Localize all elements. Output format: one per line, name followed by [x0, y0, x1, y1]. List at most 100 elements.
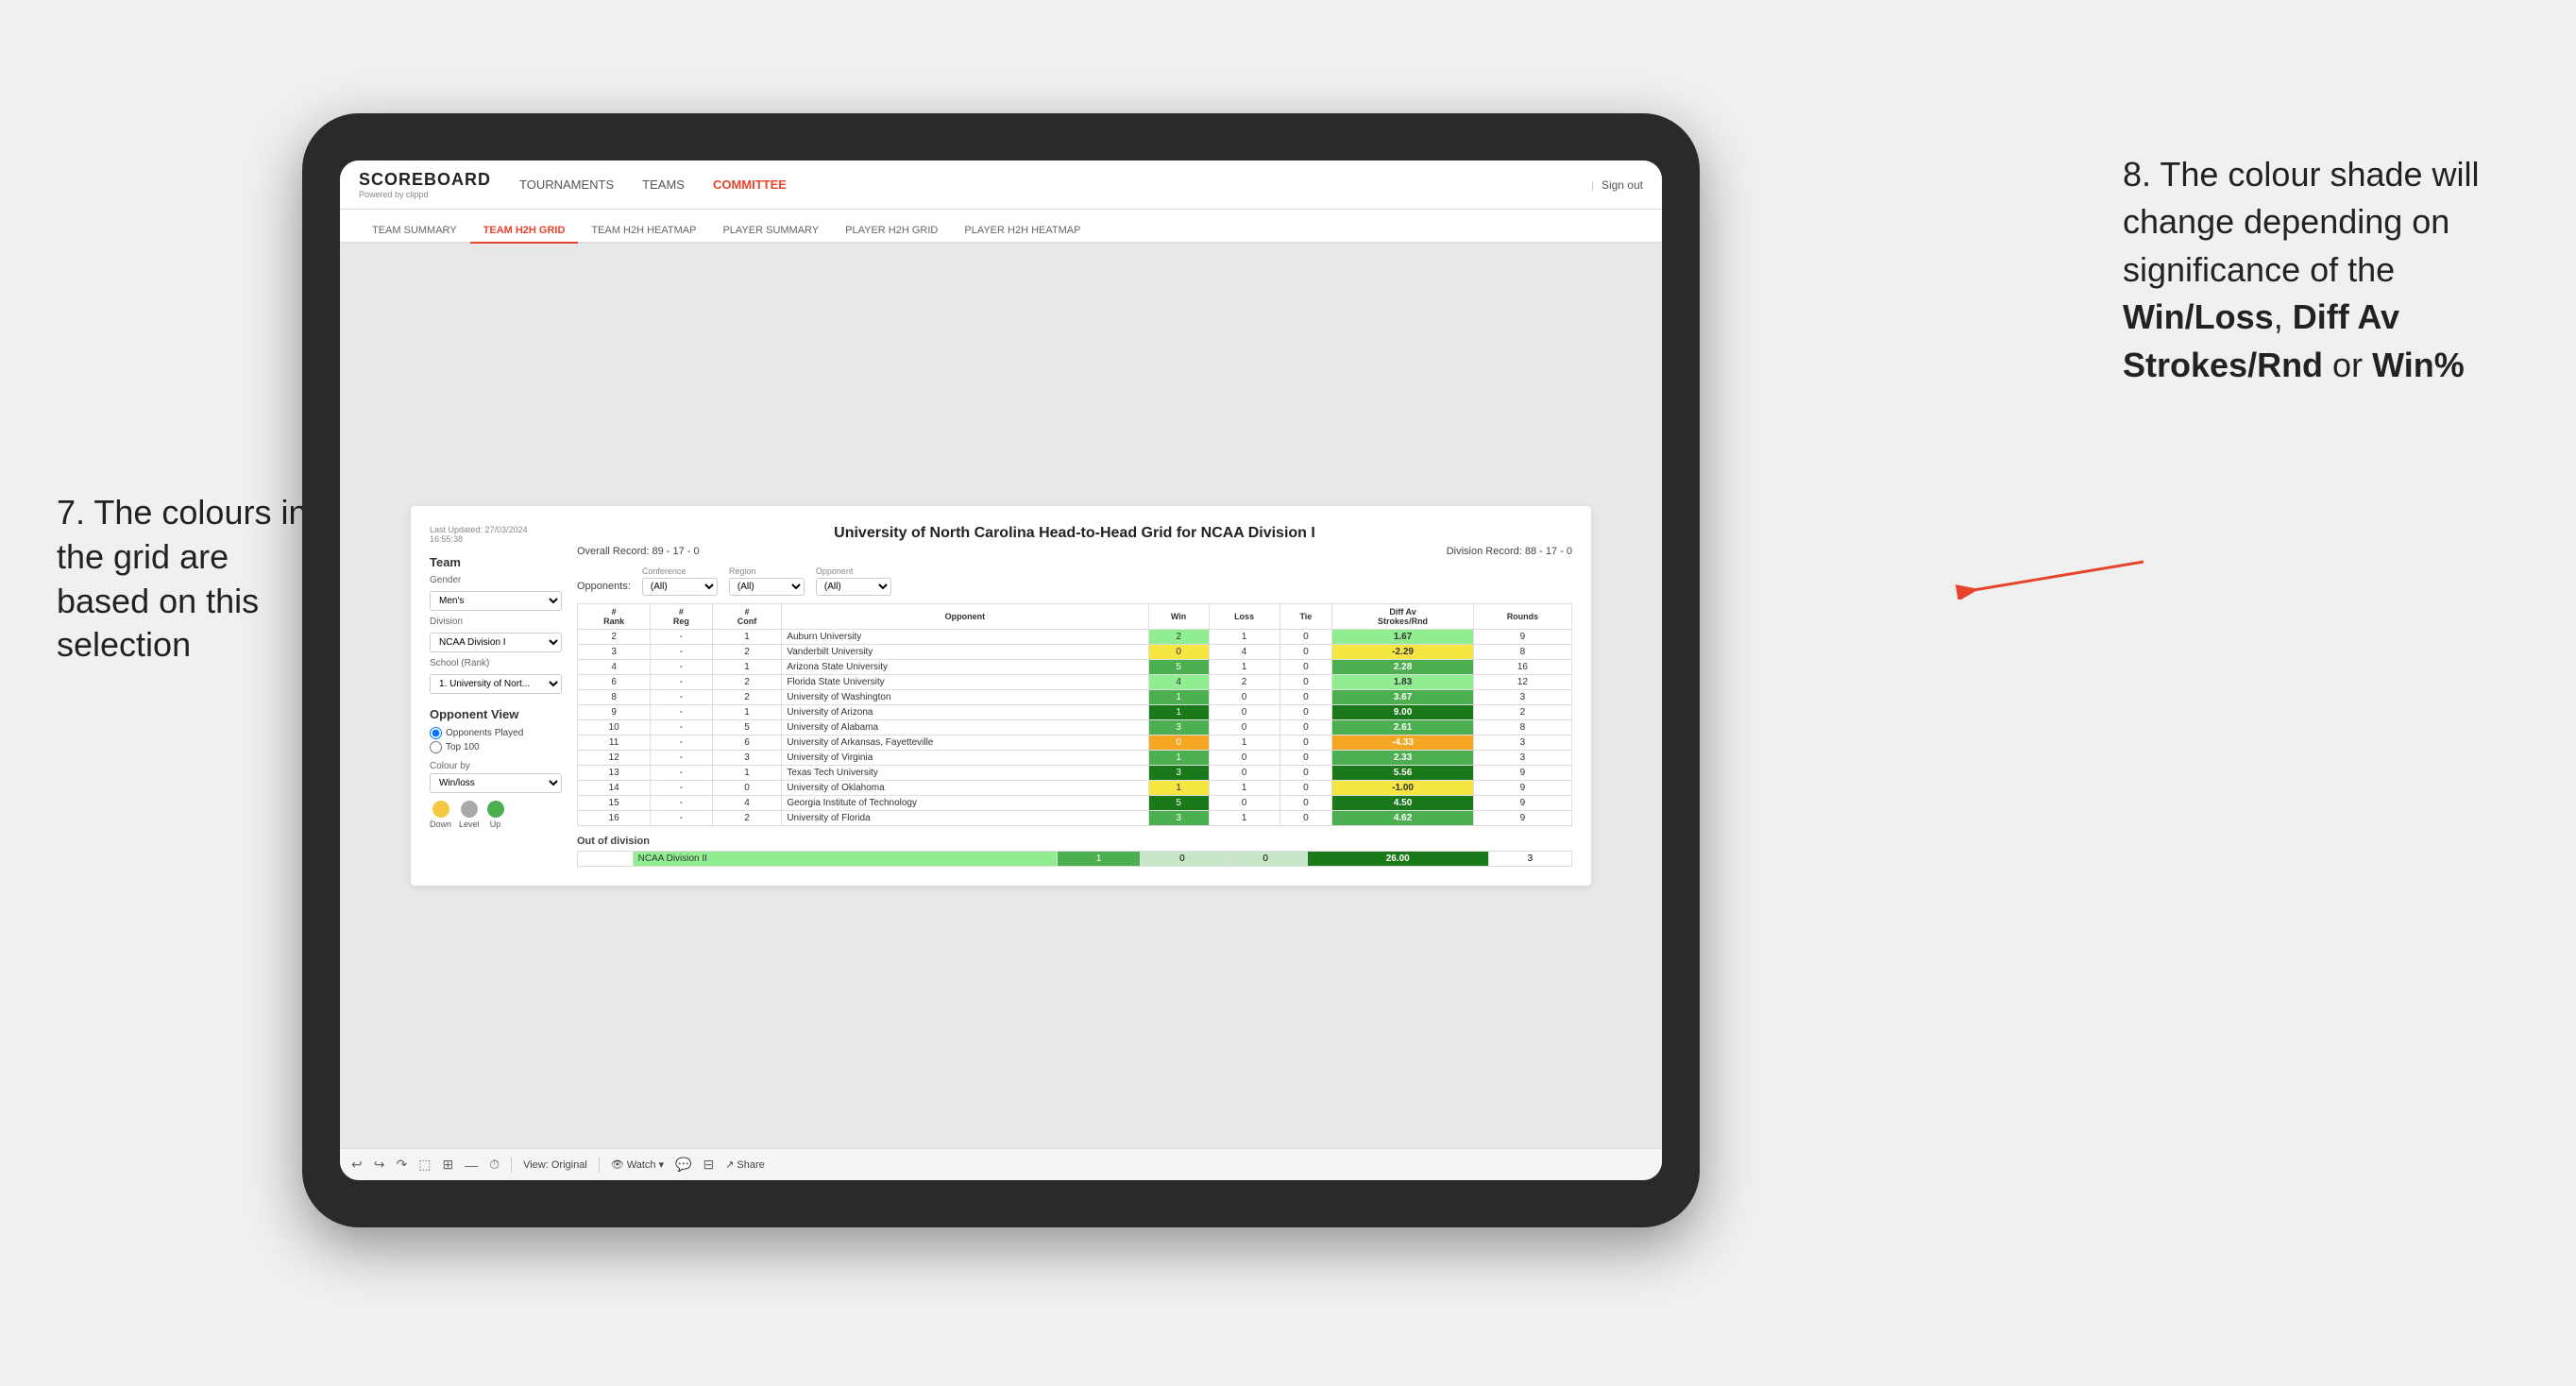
opponent-view-label: Opponent View — [430, 707, 562, 721]
card-body: Last Updated: 27/03/2024 16:55:38 Team G… — [430, 525, 1572, 867]
division-label: Division — [430, 617, 562, 627]
view-original: View: Original — [523, 1159, 587, 1171]
table-row: 6-2Florida State University4201.8312 — [578, 675, 1572, 690]
annotation-right: 8. The colour shade will change dependin… — [2123, 151, 2519, 389]
table-row: 11-6University of Arkansas, Fayetteville… — [578, 735, 1572, 751]
table-row: 15-4Georgia Institute of Technology5004.… — [578, 796, 1572, 811]
filter-conference: Conference (All) — [642, 566, 718, 596]
grid-records: Overall Record: 89 - 17 - 0 Division Rec… — [577, 546, 1572, 557]
yellow-dot — [432, 801, 449, 818]
sign-out-button[interactable]: Sign out — [1602, 178, 1643, 192]
dot-level: Level — [459, 801, 480, 829]
arrow-right-indicator — [1945, 543, 2153, 600]
out-div-loss: 0 — [1141, 852, 1224, 867]
toolbar-divider — [511, 1158, 512, 1173]
comment-icon[interactable]: 💬 — [675, 1157, 691, 1173]
out-div-win: 1 — [1058, 852, 1141, 867]
nav-committee[interactable]: COMMITTEE — [713, 174, 787, 195]
table-row: 16-2University of Florida3104.629 — [578, 811, 1572, 826]
nav-bar: SCOREBOARD Powered by clippd TOURNAMENTS… — [340, 161, 1662, 210]
out-div-tie: 0 — [1224, 852, 1307, 867]
table-row: 12-3University of Virginia1002.333 — [578, 751, 1572, 766]
layout-icon[interactable]: ⊟ — [703, 1157, 714, 1173]
tablet-device: SCOREBOARD Powered by clippd TOURNAMENTS… — [302, 113, 1700, 1227]
out-div-name: NCAA Division II — [633, 852, 1057, 867]
crop-icon[interactable]: ⬚ — [418, 1157, 431, 1173]
share-icon: ↗ — [725, 1158, 734, 1171]
sub-nav-player-h2h-heatmap[interactable]: PLAYER H2H HEATMAP — [951, 219, 1093, 244]
table-row: 13-1Texas Tech University3005.569 — [578, 766, 1572, 781]
watch-button[interactable]: 👁 Watch ▾ — [611, 1158, 664, 1171]
filter-region: Region (All) — [729, 566, 805, 596]
annotation-left-text: 7. The colours in the grid are based on … — [57, 493, 307, 664]
col-conf: #Conf — [712, 604, 782, 630]
table-row: 3-2Vanderbilt University040-2.298 — [578, 645, 1572, 660]
dot-down: Down — [430, 801, 451, 829]
nav-items: TOURNAMENTS TEAMS COMMITTEE — [519, 174, 1591, 195]
forward-icon[interactable]: ↷ — [396, 1157, 407, 1173]
logo-sub: Powered by clippd — [359, 190, 491, 199]
gender-select[interactable]: Men's — [430, 591, 562, 611]
colour-by-label: Colour by — [430, 761, 562, 771]
col-tie: Tie — [1280, 604, 1332, 630]
sub-nav: TEAM SUMMARY TEAM H2H GRID TEAM H2H HEAT… — [340, 210, 1662, 244]
gray-dot — [461, 801, 478, 818]
out-div-rounds: 3 — [1488, 852, 1571, 867]
clock-icon[interactable]: ⏱ — [489, 1157, 500, 1173]
opponent-select[interactable]: (All) — [816, 578, 891, 596]
colour-by-select[interactable]: Win/loss — [430, 773, 562, 793]
table-row: 2-1Auburn University2101.679 — [578, 630, 1572, 645]
colour-dots: Down Level Up — [430, 801, 562, 829]
watch-chevron: ▾ — [659, 1158, 665, 1171]
col-win: Win — [1148, 604, 1209, 630]
school-select[interactable]: 1. University of Nort... — [430, 674, 562, 694]
main-content: Last Updated: 27/03/2024 16:55:38 Team G… — [340, 244, 1662, 1148]
radio-top100[interactable]: Top 100 — [430, 741, 562, 753]
opponents-label: Opponents: — [577, 581, 631, 596]
sub-nav-team-summary[interactable]: TEAM SUMMARY — [359, 219, 470, 244]
annotation-right-text1: 8. The colour shade will change dependin… — [2123, 155, 2480, 289]
region-select[interactable]: (All) — [729, 578, 805, 596]
table-row: 8-2University of Washington1003.673 — [578, 690, 1572, 705]
sub-nav-team-h2h-heatmap[interactable]: TEAM H2H HEATMAP — [578, 219, 709, 244]
left-panel: Last Updated: 27/03/2024 16:55:38 Team G… — [430, 525, 562, 867]
grid-title: University of North Carolina Head-to-Hea… — [577, 525, 1572, 542]
grid-icon[interactable]: ⊞ — [442, 1157, 453, 1173]
nav-teams[interactable]: TEAMS — [642, 174, 685, 195]
table-row: 10-5University of Alabama3002.618 — [578, 720, 1572, 735]
gender-label: Gender — [430, 575, 562, 585]
eye-icon: 👁 — [611, 1158, 624, 1171]
logo-title: SCOREBOARD — [359, 170, 491, 190]
col-rounds: Rounds — [1473, 604, 1571, 630]
green-dot — [487, 801, 504, 818]
table-row: 4-1Arizona State University5102.2816 — [578, 660, 1572, 675]
radio-group: Opponents Played Top 100 — [430, 727, 562, 753]
division-select[interactable]: NCAA Division I — [430, 633, 562, 652]
dash-icon[interactable]: — — [465, 1158, 478, 1173]
table-row: 9-1University of Arizona1009.002 — [578, 705, 1572, 720]
sub-nav-player-summary[interactable]: PLAYER SUMMARY — [709, 219, 832, 244]
conference-select[interactable]: (All) — [642, 578, 718, 596]
out-division-label: Out of division — [577, 836, 1572, 847]
overall-record: Overall Record: 89 - 17 - 0 — [577, 546, 700, 557]
school-label: School (Rank) — [430, 658, 562, 668]
filter-opponent: Opponent (All) — [816, 566, 891, 596]
share-button[interactable]: ↗ Share — [725, 1158, 765, 1171]
sub-nav-player-h2h-grid[interactable]: PLAYER H2H GRID — [832, 219, 951, 244]
radio-opponents-played[interactable]: Opponents Played — [430, 727, 562, 739]
last-updated: Last Updated: 27/03/2024 16:55:38 — [430, 525, 562, 544]
logo-area: SCOREBOARD Powered by clippd — [359, 170, 491, 199]
redo-icon[interactable]: ↪ — [374, 1157, 385, 1173]
right-grid: University of North Carolina Head-to-Hea… — [577, 525, 1572, 867]
annotation-left: 7. The colours in the grid are based on … — [57, 491, 321, 668]
undo-icon[interactable]: ↩ — [351, 1157, 363, 1173]
sub-nav-team-h2h-grid[interactable]: TEAM H2H GRID — [470, 219, 579, 244]
annotation-bold3: Win% — [2372, 346, 2465, 384]
out-div-diff: 26.00 — [1307, 852, 1488, 867]
nav-tournaments[interactable]: TOURNAMENTS — [519, 174, 614, 195]
col-loss: Loss — [1209, 604, 1280, 630]
content-card: Last Updated: 27/03/2024 16:55:38 Team G… — [411, 506, 1591, 886]
out-div-empty — [578, 852, 634, 867]
col-diff: Diff AvStrokes/Rnd — [1332, 604, 1474, 630]
col-opponent: Opponent — [782, 604, 1148, 630]
